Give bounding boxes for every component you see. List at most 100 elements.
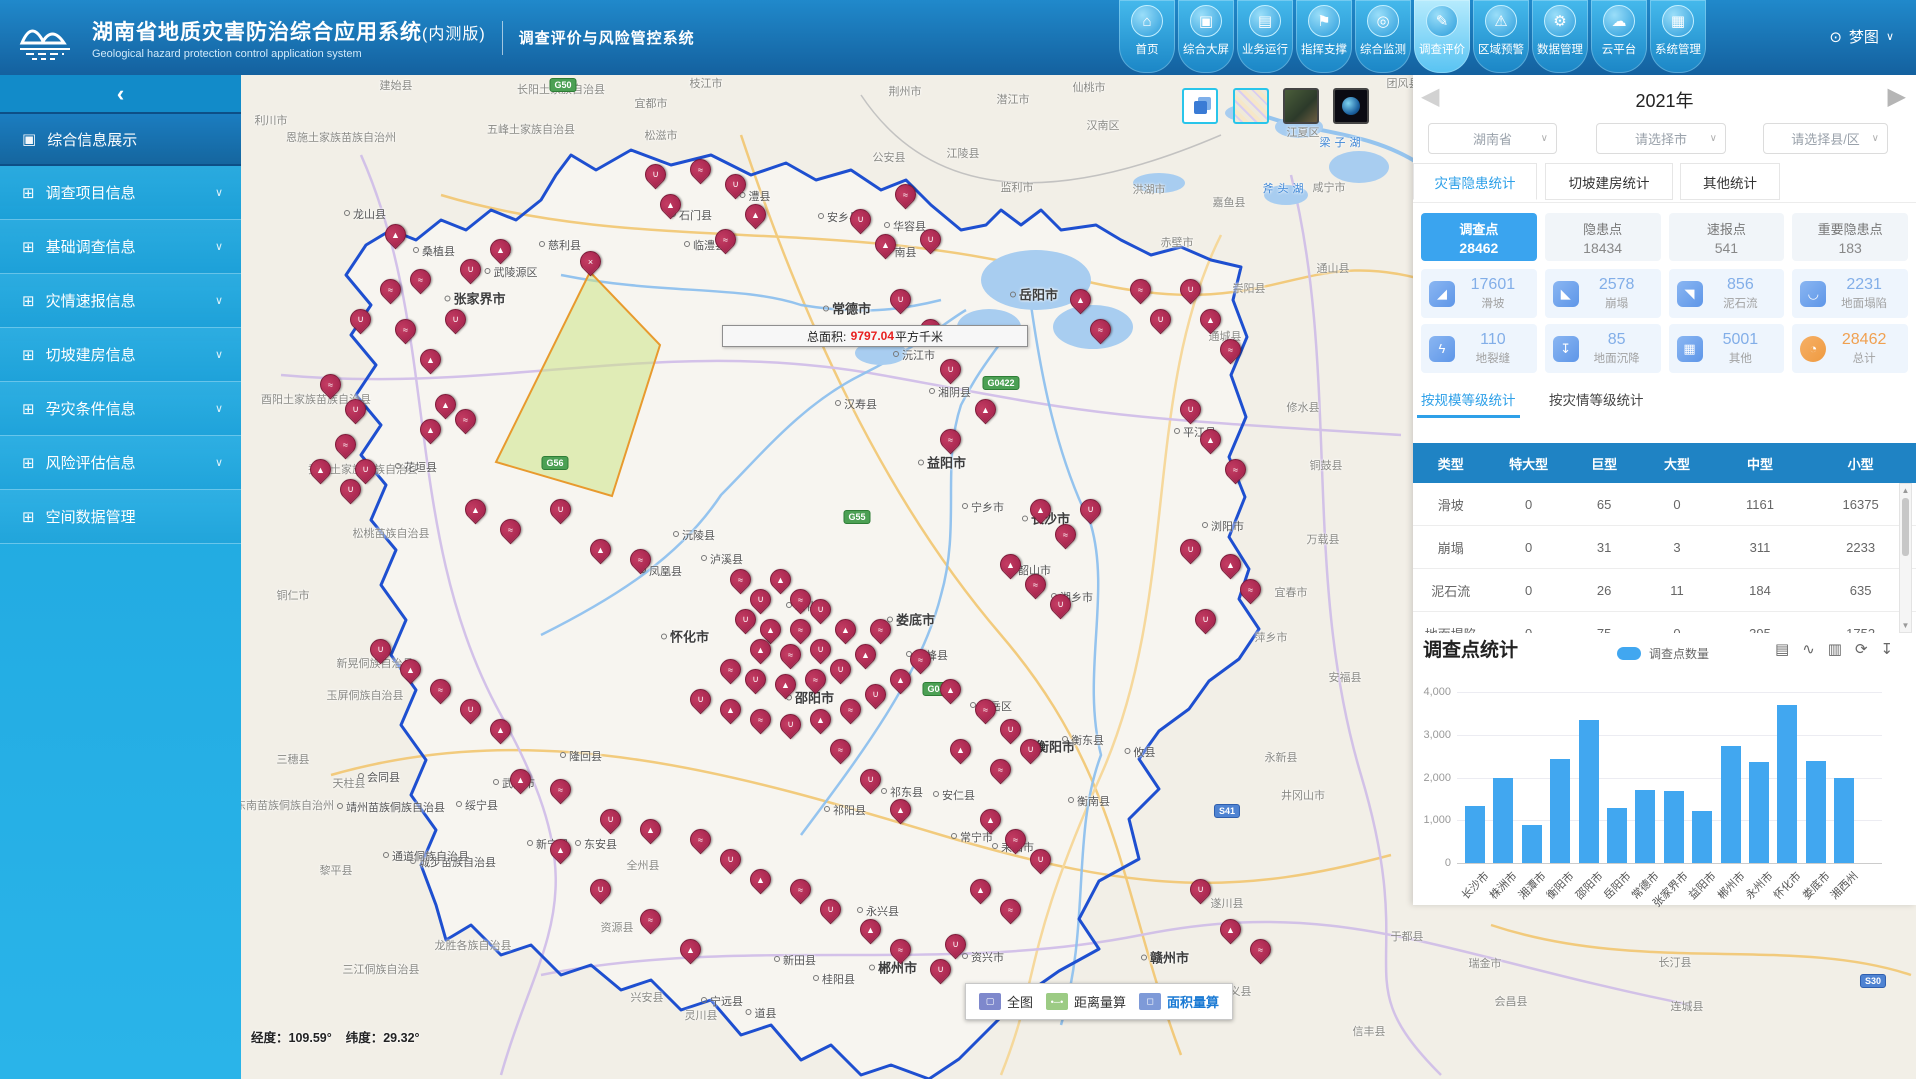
stat-pill-速报点[interactable]: 速报点541 — [1669, 213, 1785, 261]
sidebar-item-切坡建房信息[interactable]: ⊞切坡建房信息∨ — [0, 328, 241, 382]
nav-item-综合大屏[interactable]: ▣综合大屏 — [1178, 0, 1234, 73]
system-icon: ▦ — [1662, 5, 1694, 37]
scale-table: 类型特大型巨型大型中型小型 滑坡0650116116375崩塌031331122… — [1413, 443, 1916, 633]
header-divider — [502, 21, 503, 55]
sidebar-item-调查项目信息[interactable]: ⊞调查项目信息∨ — [0, 166, 241, 220]
hazard-glyph-icon: ≈ — [1226, 460, 1245, 479]
hazard-card-label: 地裂缝 — [1455, 350, 1531, 366]
road-badge: G50 — [549, 78, 576, 92]
stat-pill-隐患点[interactable]: 隐患点18434 — [1545, 213, 1661, 261]
title-block: 湖南省地质灾害防治综合应用系统(内测版) Geological hazard p… — [92, 16, 486, 60]
hazard-glyph-icon: ∪ — [551, 500, 570, 519]
region-select-2[interactable]: 请选择县/区∨ — [1763, 123, 1888, 154]
hazard-card-总计: ◔28462总计 — [1792, 324, 1908, 373]
scroll-down-icon[interactable]: ▼ — [1900, 621, 1911, 630]
hazard-glyph-icon: ▲ — [661, 195, 680, 214]
hazard-glyph-icon: ∪ — [1181, 280, 1200, 299]
chevron-down-icon: ∨ — [215, 348, 223, 361]
user-menu[interactable]: ⊙ 梦图 ∨ — [1829, 26, 1894, 47]
nav-item-系统管理[interactable]: ▦系统管理 — [1650, 0, 1706, 73]
nav-item-业务运行[interactable]: ▤业务运行 — [1237, 0, 1293, 73]
hazard-glyph-icon: ≈ — [1001, 900, 1020, 919]
tab-灾害隐患统计[interactable]: 灾害隐患统计 — [1413, 163, 1537, 200]
nav-item-首页[interactable]: ⌂首页 — [1119, 0, 1175, 73]
hazard-glyph-icon: ▲ — [771, 570, 790, 589]
sidebar-item-综合信息展示[interactable]: ▣综合信息展示 — [0, 112, 241, 166]
region-select-0[interactable]: 湖南省∨ — [1428, 123, 1557, 154]
year-next-button[interactable]: ▶ — [1888, 83, 1906, 111]
nav-item-指挥支撑[interactable]: ⚑指挥支撑 — [1296, 0, 1352, 73]
hazard-glyph-icon: ▲ — [951, 740, 970, 759]
layers-button[interactable] — [1182, 88, 1218, 124]
scroll-up-icon[interactable]: ▲ — [1900, 486, 1911, 495]
hazard-glyph-icon: ∪ — [746, 670, 765, 689]
scale-subtabs: 按规模等级统计 按灾情等级统计 — [1413, 383, 1916, 423]
menu-grid-icon: ⊞ — [22, 238, 35, 256]
line-chart-icon[interactable]: ∿ — [1802, 640, 1815, 658]
hazard-glyph-icon: ▲ — [856, 645, 875, 664]
app-logo — [14, 13, 80, 63]
chart-bar — [1635, 790, 1655, 863]
tab-切坡建房统计[interactable]: 切坡建房统计 — [1545, 163, 1673, 200]
hazard-glyph-icon: ▲ — [1201, 430, 1220, 449]
x-tick-label: 衡阳市 — [1543, 868, 1578, 903]
table-cell: 0 — [1488, 626, 1568, 634]
hazard-glyph-icon: ≈ — [1251, 940, 1270, 959]
sidebar-item-灾情速报信息[interactable]: ⊞灾情速报信息∨ — [0, 274, 241, 328]
data-view-icon[interactable]: ▤ — [1775, 640, 1789, 658]
chart-toolbar: ▤ ∿ ▥ ⟳ ↧ — [1775, 640, 1893, 658]
hazard-glyph-icon: ▲ — [941, 680, 960, 699]
x-tick-label: 湘潭市 — [1514, 868, 1549, 903]
nav-item-综合监测[interactable]: ◎综合监测 — [1355, 0, 1411, 73]
measure-tool-面积量算[interactable]: ◻面积量算 — [1139, 992, 1219, 1011]
measure-tool-距离量算[interactable]: •─•距离量算 — [1046, 992, 1126, 1011]
measure-tool-全图[interactable]: ▢全图 — [979, 992, 1033, 1011]
hazard-glyph-icon: ≈ — [396, 320, 415, 339]
tab-其他统计[interactable]: 其他统计 — [1680, 163, 1780, 200]
page-title: 湖南省地质灾害防治综合应用系统 — [92, 21, 422, 44]
sidebar-item-风险评估信息[interactable]: ⊞风险评估信息∨ — [0, 436, 241, 490]
table-cell: 1161 — [1715, 497, 1806, 512]
hazard-glyph-icon: ≈ — [721, 660, 740, 679]
refresh-icon[interactable]: ⟳ — [1855, 640, 1868, 658]
sidebar-item-空间数据管理[interactable]: ⊞空间数据管理 — [0, 490, 241, 544]
scroll-thumb[interactable] — [1902, 498, 1909, 556]
menu-grid-icon: ⊞ — [22, 454, 35, 472]
hazard-card-text: 85地面沉降 — [1579, 331, 1655, 366]
table-scrollbar[interactable]: ▲ ▼ — [1899, 483, 1912, 633]
hazard-glyph-icon: ▲ — [421, 350, 440, 369]
hazard-glyph-icon: ≈ — [1091, 320, 1110, 339]
sidebar: ‹ ▣综合信息展示⊞调查项目信息∨⊞基础调查信息∨⊞灾情速报信息∨⊞切坡建房信息… — [0, 75, 241, 1079]
x-tick-label: 益阳市 — [1685, 868, 1720, 903]
nav-item-调查评价[interactable]: ✎调查评价 — [1414, 0, 1470, 73]
subtab-按灾情等级统计[interactable]: 按灾情等级统计 — [1549, 389, 1644, 409]
collapse-left-icon: ‹ — [117, 81, 124, 107]
chart-bar — [1579, 720, 1599, 863]
satellite-map-button[interactable] — [1283, 88, 1319, 124]
chart-legend[interactable]: 调查点数量 — [1617, 645, 1709, 662]
download-icon[interactable]: ↧ — [1881, 640, 1894, 658]
sidebar-item-label: 空间数据管理 — [46, 506, 136, 527]
hazard-glyph-icon: ≈ — [791, 620, 810, 639]
hazard-glyph-icon: ▲ — [401, 660, 420, 679]
sidebar-item-孕灾条件信息[interactable]: ⊞孕灾条件信息∨ — [0, 382, 241, 436]
nav-item-云平台[interactable]: ☁云平台 — [1591, 0, 1647, 73]
hazard-card-text: 110地裂缝 — [1455, 331, 1531, 366]
nav-item-区域预警[interactable]: ⚠区域预警 — [1473, 0, 1529, 73]
region-select-1[interactable]: 请选择市∨ — [1596, 123, 1726, 154]
stat-pill-重要隐患点[interactable]: 重要隐患点183 — [1792, 213, 1908, 261]
sidebar-item-基础调查信息[interactable]: ⊞基础调查信息∨ — [0, 220, 241, 274]
table-header-cell: 大型 — [1639, 454, 1714, 473]
nav-item-label: 调查评价 — [1419, 41, 1465, 57]
subtab-按规模等级统计[interactable]: 按规模等级统计 — [1421, 389, 1516, 409]
hazard-glyph-icon: ▲ — [891, 800, 910, 819]
nav-item-数据管理[interactable]: ⚙数据管理 — [1532, 0, 1588, 73]
globe-3d-button[interactable] — [1333, 88, 1369, 124]
chevron-down-icon: ∨ — [1872, 133, 1879, 144]
street-map-button[interactable] — [1233, 88, 1269, 124]
sidebar-collapse-button[interactable]: ‹ — [0, 75, 241, 112]
stat-pill-调查点[interactable]: 调查点28462 — [1421, 213, 1537, 261]
table-cell: 65 — [1569, 497, 1639, 512]
hazard-glyph-icon: ▲ — [976, 400, 995, 419]
bar-chart-icon[interactable]: ▥ — [1828, 640, 1842, 658]
